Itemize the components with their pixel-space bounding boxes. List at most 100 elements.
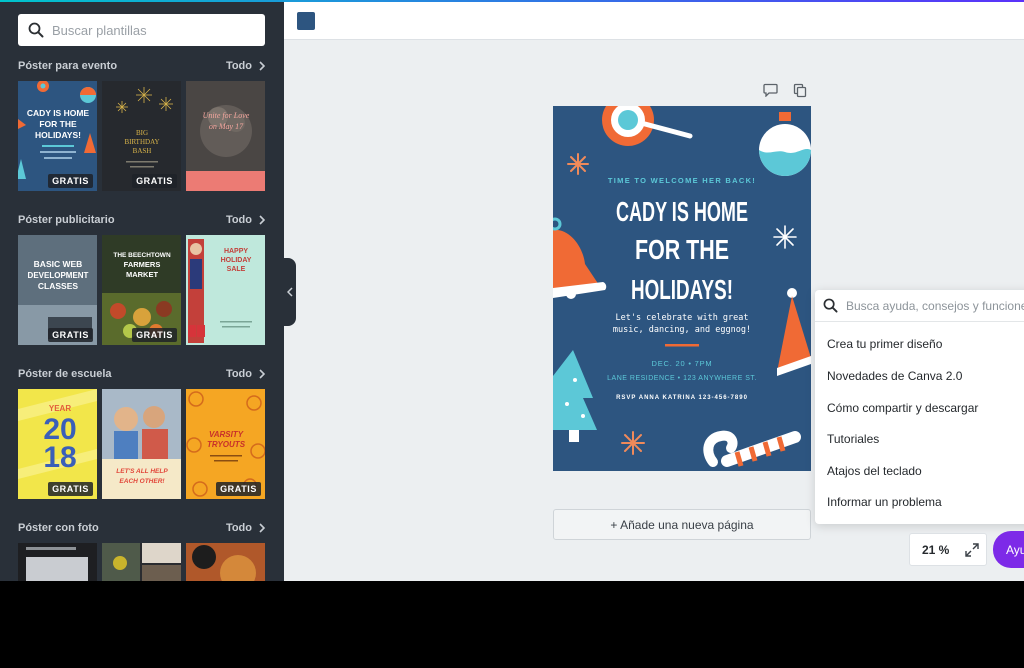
free-badge: GRATIS [48, 328, 93, 342]
free-badge: GRATIS [48, 482, 93, 496]
chevron-right-icon [259, 369, 265, 379]
help-item-share-download[interactable]: Cómo compartir y descargar [827, 401, 978, 415]
thumb-text-line: on May 17 [209, 122, 244, 131]
duplicate-icon [793, 83, 807, 98]
comment-icon [763, 83, 778, 98]
template-thumbnail[interactable]: CADY IS HOME FOR THE HOLIDAYS! GRATIS [18, 81, 97, 191]
page-comment-button[interactable] [763, 83, 778, 102]
template-thumbnail[interactable]: VARSITY TRYOUTS GRATIS [186, 389, 265, 499]
template-thumbnail[interactable]: YEAR 20 18 GRATIS [18, 389, 97, 499]
template-thumbnail[interactable] [186, 543, 265, 581]
template-thumbnail[interactable] [102, 543, 181, 581]
see-all-school-posters-link[interactable]: Todo [226, 368, 265, 380]
thumb-text-line: SALE [227, 266, 246, 273]
thumb-text-line: BASH [133, 147, 152, 155]
section-header-advertising-posters: Póster publicitario Todo [18, 212, 265, 228]
templates-sidebar: Póster para evento Todo CADY IS HOME FOR… [0, 2, 284, 581]
event-poster-thumbnails: CADY IS HOME FOR THE HOLIDAYS! GRATIS BI… [18, 81, 265, 191]
thumb-text-line: BASIC WEB [34, 259, 83, 269]
poster-artwork: TIME TO WELCOME HER BACK! CADY IS HOME F… [553, 106, 811, 471]
duplicate-page-button[interactable] [793, 83, 807, 103]
template-thumbnail[interactable]: Unite for Love on May 17 [186, 81, 265, 191]
poster-headline-line: FOR THE [635, 234, 729, 265]
thumb-text-line: BIRTHDAY [124, 138, 159, 146]
help-item-first-design[interactable]: Crea tu primer diseño [827, 337, 942, 351]
section-title: Póster con foto [18, 522, 99, 534]
chevron-right-icon [259, 61, 265, 71]
see-all-label: Todo [225, 214, 252, 226]
free-badge: GRATIS [132, 328, 177, 342]
poster-body-line: Let's celebrate with great [615, 313, 748, 323]
section-title: Póster para evento [18, 60, 118, 72]
poster-date: DEC. 20 • 7PM [652, 359, 713, 368]
see-all-label: Todo [225, 368, 252, 380]
thumb-text-line: 18 [43, 441, 76, 474]
template-thumbnail[interactable]: LET'S ALL HELP EACH OTHER! [102, 389, 181, 499]
see-all-label: Todo [225, 522, 252, 534]
help-item-shortcuts[interactable]: Atajos del teclado [827, 464, 922, 478]
help-item-tutorials[interactable]: Tutoriales [827, 432, 879, 446]
poster-body-line: music, dancing, and eggnog! [613, 325, 751, 335]
poster-kicker: TIME TO WELCOME HER BACK! [608, 176, 756, 185]
template-thumbnail[interactable] [18, 543, 97, 581]
help-search-box[interactable] [815, 290, 1024, 322]
thumb-text-line: LET'S ALL HELP [116, 468, 168, 475]
add-page-button[interactable]: + Añade una nueva página [553, 509, 811, 540]
template-thumbnail[interactable]: HAPPY HOLIDAY SALE [186, 235, 265, 345]
template-thumbnail[interactable]: THE BEECHTOWN FARMERS MARKET GRATIS [102, 235, 181, 345]
template-preview-laptop-photo [18, 543, 97, 581]
template-preview-unite: Unite for Love on May 17 [186, 81, 265, 191]
chevron-right-icon [259, 215, 265, 225]
thumb-text-line: VARSITY [209, 430, 244, 439]
editor-toolbar [284, 2, 1024, 40]
thumb-text-line: THE BEECHTOWN [113, 252, 171, 259]
see-all-advertising-posters-link[interactable]: Todo [226, 214, 265, 226]
app-window: Póster para evento Todo CADY IS HOME FOR… [0, 0, 1024, 581]
free-badge: GRATIS [132, 174, 177, 188]
see-all-photo-posters-link[interactable]: Todo [226, 522, 265, 534]
section-header-school-posters: Póster de escuela Todo [18, 366, 265, 382]
thumb-text-line: HOLIDAY [221, 257, 252, 264]
section-header-event-posters: Póster para evento Todo [18, 58, 265, 74]
help-item-report-problem[interactable]: Informar un problema [827, 495, 942, 509]
chevron-right-icon [259, 523, 265, 533]
help-item-whats-new[interactable]: Novedades de Canva 2.0 [827, 369, 962, 383]
help-panel: Crea tu primer diseño Novedades de Canva… [815, 290, 1024, 524]
free-badge: GRATIS [216, 482, 261, 496]
expand-icon[interactable] [965, 542, 980, 557]
template-thumbnail[interactable]: BASIC WEB DEVELOPMENT CLASSES GRATIS [18, 235, 97, 345]
poster-location: LANE RESIDENCE • 123 ANYWHERE ST. [607, 375, 757, 382]
template-search-box[interactable] [18, 14, 265, 46]
thumb-text-line: HAPPY [224, 248, 248, 255]
template-preview-collage-photo [102, 543, 181, 581]
template-preview-food-photo [186, 543, 265, 581]
thumb-text-line: YEAR [49, 404, 71, 413]
design-page[interactable]: TIME TO WELCOME HER BACK! CADY IS HOME F… [553, 106, 811, 471]
thumb-text-line: Unite for Love [203, 111, 250, 120]
advertising-poster-thumbnails: BASIC WEB DEVELOPMENT CLASSES GRATIS THE… [18, 235, 265, 345]
chevron-left-icon [287, 287, 293, 297]
template-search-input[interactable] [52, 22, 242, 38]
thumb-text-line: HOLIDAYS! [35, 130, 81, 140]
zoom-level[interactable]: 21 % [922, 543, 949, 557]
thumb-text-line: MARKET [126, 270, 158, 279]
template-preview-holiday-sale: HAPPY HOLIDAY SALE [186, 235, 265, 345]
thumb-text-line: BIG [136, 129, 148, 137]
thumb-text-line: DEVELOPMENT [28, 271, 89, 280]
thumb-text-line: CLASSES [38, 281, 78, 291]
search-icon [28, 22, 44, 38]
collapse-sidebar-handle[interactable] [284, 258, 296, 326]
template-thumbnail[interactable]: BIG BIRTHDAY BASH GRATIS [102, 81, 181, 191]
search-icon [823, 298, 838, 313]
section-title: Póster de escuela [18, 368, 112, 380]
help-button[interactable]: Ayuda [993, 531, 1024, 568]
see-all-event-posters-link[interactable]: Todo [226, 60, 265, 72]
poster-headline-line: CADY IS HOME [616, 196, 748, 227]
template-preview-help-each-other: LET'S ALL HELP EACH OTHER! [102, 389, 181, 499]
photo-poster-thumbnails [18, 543, 265, 581]
thumb-text-line: CADY IS HOME [27, 108, 90, 118]
poster-rsvp: RSVP ANNA KATRINA 123-456-7890 [616, 395, 748, 401]
background-color-swatch[interactable] [297, 12, 315, 30]
help-search-input[interactable] [846, 298, 1024, 313]
school-poster-thumbnails: YEAR 20 18 GRATIS LET'S ALL HELP EACH OT… [18, 389, 265, 499]
